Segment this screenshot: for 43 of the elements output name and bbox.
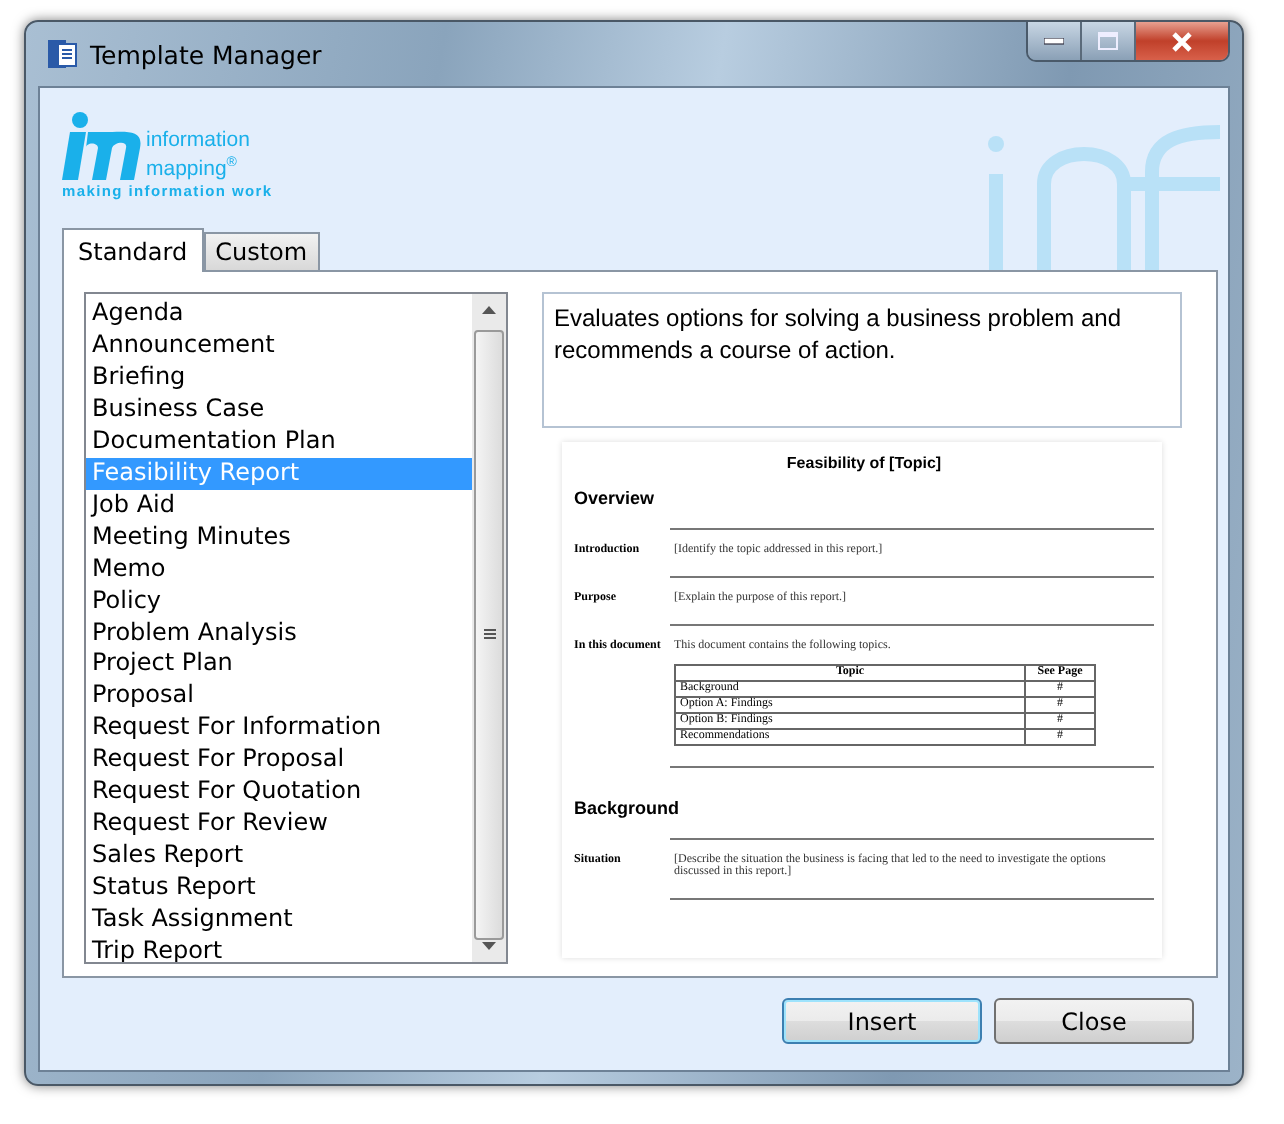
up-arrow-icon xyxy=(482,306,496,314)
close-icon xyxy=(1170,31,1194,51)
logo-icon xyxy=(62,112,142,180)
minimize-icon xyxy=(1044,37,1064,45)
logo-text: mapping$^{®}$ xyxy=(146,153,239,180)
list-item[interactable]: Announcement xyxy=(86,329,472,362)
document-title: Feasibility of [Topic] xyxy=(786,454,942,472)
window-title: Template Manager xyxy=(90,39,322,69)
list-item[interactable]: Sales Report xyxy=(86,840,472,873)
tab[interactable]: Custom xyxy=(203,232,320,270)
grip-icon xyxy=(483,628,495,640)
scrollbar-thumb[interactable] xyxy=(474,329,504,939)
tab[interactable]: Standard xyxy=(62,228,204,272)
section-heading: Background xyxy=(574,798,682,818)
minimize-button[interactable] xyxy=(1028,22,1082,60)
scrollbar[interactable] xyxy=(472,294,506,962)
list-item[interactable]: Briefing xyxy=(86,361,472,394)
list-item[interactable]: Request For Quotation xyxy=(86,776,472,809)
maximize-icon xyxy=(1098,32,1118,50)
list-item[interactable]: Agenda xyxy=(86,298,472,330)
list-item[interactable]: Policy xyxy=(86,585,472,618)
document-icon xyxy=(46,38,78,70)
logo-text: information xyxy=(146,127,250,151)
list-item[interactable]: Documentation Plan xyxy=(86,425,472,458)
list-item[interactable]: Meeting Minutes xyxy=(86,521,472,554)
dialog-button[interactable]: Insert xyxy=(782,998,982,1044)
list-item[interactable]: Proposal xyxy=(86,680,472,713)
list-item[interactable]: Request For Review xyxy=(86,808,472,841)
description-text: Evaluates options for solving a business problem and recommends a course of action. xyxy=(554,304,1121,364)
close-button[interactable] xyxy=(1136,22,1228,60)
list-item[interactable]: Task Assignment xyxy=(86,904,472,937)
list-item[interactable]: Problem Analysis xyxy=(86,617,472,649)
list-item[interactable]: Project Plan xyxy=(86,648,472,681)
down-arrow-icon xyxy=(482,942,496,950)
list-item[interactable]: Request For Proposal xyxy=(86,744,472,777)
list-item[interactable]: Status Report xyxy=(86,872,472,905)
list-item[interactable]: Business Case xyxy=(86,393,472,426)
dialog-button[interactable]: Close xyxy=(994,998,1194,1044)
list-item[interactable]: Request For Information xyxy=(86,712,472,745)
section-heading: Overview xyxy=(574,488,657,508)
list-item[interactable]: Memo xyxy=(86,553,472,586)
list-item[interactable]: Job Aid xyxy=(86,489,472,522)
maximize-button[interactable] xyxy=(1082,22,1136,60)
